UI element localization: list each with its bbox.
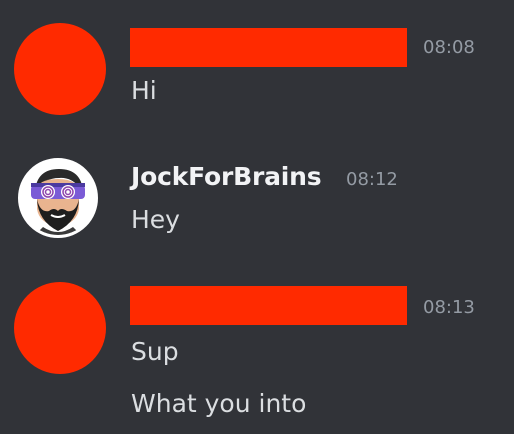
message-author[interactable]: JockForBrains [131,162,322,191]
user-avatar[interactable] [18,158,98,238]
message-text: Hi [131,76,157,105]
redacted-avatar[interactable] [14,23,106,115]
redacted-username[interactable] [130,28,407,67]
message-text: Hey [131,205,180,234]
message-text: What you into [131,389,307,418]
redacted-avatar[interactable] [14,282,106,374]
redacted-username[interactable] [130,286,407,325]
message-timestamp: 08:13 [423,297,475,318]
message-timestamp: 08:08 [423,37,475,58]
message-text: Sup [131,337,179,366]
chat-message-list: 08:08 Hi JockForBrains 08:12 Hey 08:13 S… [0,0,514,434]
bearded-man-avatar-icon [21,161,95,235]
message-timestamp: 08:12 [346,169,398,190]
